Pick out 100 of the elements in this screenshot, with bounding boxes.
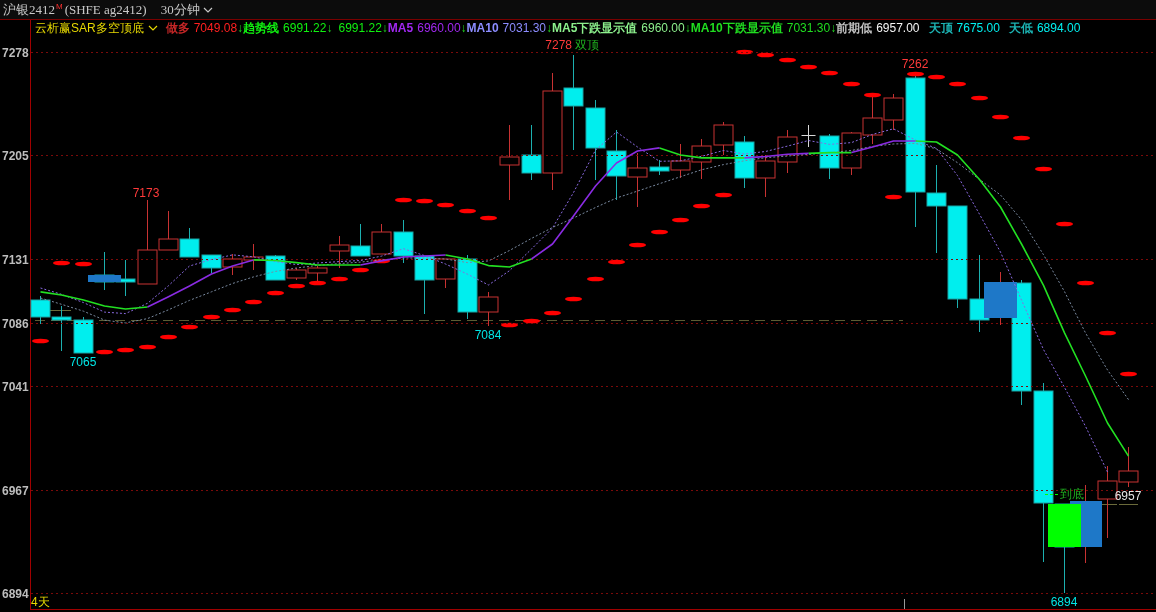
sar-dot — [608, 259, 625, 265]
sar-dot — [245, 299, 262, 305]
sar-dot — [459, 208, 476, 214]
sar-dot — [224, 307, 241, 313]
trend-arrow: ↓ — [546, 21, 552, 35]
price-axis-label: 7041 — [2, 380, 29, 394]
sar-dot — [437, 202, 454, 208]
indicator-value: 7031.30 — [502, 21, 546, 35]
sar-dot — [117, 347, 134, 353]
sar-dot — [416, 198, 433, 204]
low-price-label: 6894 — [1050, 595, 1078, 609]
sar-dot — [821, 70, 838, 76]
trend-arrow: ↓ — [684, 21, 691, 35]
sar-dot — [864, 92, 881, 98]
symbol-title: 沪银2412$^{M}$ — [3, 0, 63, 19]
indicator-label: MA5 — [387, 21, 414, 35]
indicator-selector[interactable]: 云析赢SAR多空顶底 — [35, 19, 158, 37]
sar-dot — [1056, 221, 1073, 227]
sar-dot — [331, 276, 348, 282]
indicator-label: MA10 — [466, 21, 499, 35]
sar-dot — [523, 318, 540, 324]
sar-dot — [75, 261, 92, 267]
sar-dot — [32, 338, 49, 344]
sar-dot — [928, 74, 945, 80]
price-level-line — [1099, 504, 1139, 505]
sar-dot — [139, 344, 156, 350]
period-selector[interactable]: 30分钟 — [160, 0, 213, 19]
sar-dot — [160, 334, 177, 340]
indicator-label: 天顶 — [928, 19, 953, 37]
sar-dot — [267, 290, 284, 296]
indicator-value: 6957.00 — [876, 21, 920, 35]
chevron-down-icon — [202, 6, 213, 13]
candlestick — [819, 133, 840, 180]
signal-label: 到底 — [1060, 487, 1084, 501]
sar-dot — [53, 260, 70, 266]
indicator-label: MA10下跌显示值 — [690, 19, 783, 37]
indicator-label: 做多 — [165, 19, 190, 37]
indicator-value: 6991.22 — [338, 21, 382, 35]
indicator-label: 天低 — [1008, 19, 1033, 37]
sar-dot — [885, 194, 902, 200]
sar-dot — [352, 267, 369, 273]
sar-dot — [672, 217, 689, 223]
sar-dot — [395, 197, 412, 203]
candlestick — [755, 154, 776, 198]
signal-block — [984, 282, 1017, 318]
indicator-value: 6960.00 — [641, 21, 685, 35]
contract-code: (SHFE ag2412) — [64, 1, 147, 18]
sar-dot — [971, 95, 988, 101]
sar-dot — [288, 283, 305, 289]
sar-dot — [992, 114, 1009, 120]
sar-dot — [480, 215, 497, 221]
sar-dot — [1013, 135, 1030, 141]
sar-dot — [800, 64, 817, 70]
candlestick — [777, 129, 798, 174]
price-axis-label: 7086 — [2, 317, 29, 331]
signal-label: 双顶 — [575, 38, 599, 52]
candlestick — [606, 129, 627, 201]
period-count-label: 4天 — [31, 595, 50, 609]
sar-dot — [373, 258, 390, 264]
sar-dot — [736, 49, 753, 55]
indicator-value: 7031.30 — [786, 21, 831, 35]
price-axis-label: 7205 — [2, 149, 29, 163]
indicator-label: 趋势线 — [243, 19, 280, 37]
sar-dot — [1035, 166, 1052, 172]
low-price-label: 7065 — [69, 355, 97, 369]
signal-block — [1048, 504, 1081, 547]
sar-dot — [96, 349, 113, 355]
signal-leader-line — [1044, 494, 1060, 495]
indicator-value: 7049.08 — [193, 21, 238, 35]
sar-dot — [757, 52, 774, 58]
candlestick — [371, 223, 392, 255]
price-axis-label: 7278 — [2, 46, 29, 60]
sar-dot — [715, 192, 732, 198]
price-axis-label: 7131 — [2, 253, 29, 267]
candlestick — [691, 138, 712, 180]
candlestick — [393, 219, 414, 264]
low-price-label: 7084 — [474, 328, 502, 342]
trend-arrow: ↓ — [326, 21, 333, 35]
sar-dot — [565, 296, 582, 302]
candlestick — [222, 253, 243, 276]
price-axis-label: 6967 — [2, 484, 29, 498]
candlestick — [73, 316, 94, 354]
candlestick — [841, 131, 862, 176]
indicator-label: MA5下跌显示值 — [552, 19, 638, 37]
signal-block — [88, 275, 121, 282]
high-price-label: 7278 — [545, 38, 572, 52]
trend-arrow: ↓ — [237, 21, 244, 35]
sar-dot — [779, 57, 796, 63]
sar-dot — [907, 71, 924, 77]
indicator-value: 6991.22 — [283, 21, 327, 35]
candlestick — [243, 243, 264, 271]
sar-dot — [1099, 330, 1116, 336]
sar-dot — [949, 81, 966, 87]
price-axis-label: 6894 — [2, 587, 29, 601]
chevron-down-icon — [147, 25, 158, 31]
sar-dot — [1120, 371, 1137, 377]
indicator-value: 6960.00 — [417, 21, 461, 35]
sar-dot — [843, 81, 860, 87]
candlestick — [350, 223, 371, 257]
high-price-label: 7173 — [132, 186, 160, 200]
